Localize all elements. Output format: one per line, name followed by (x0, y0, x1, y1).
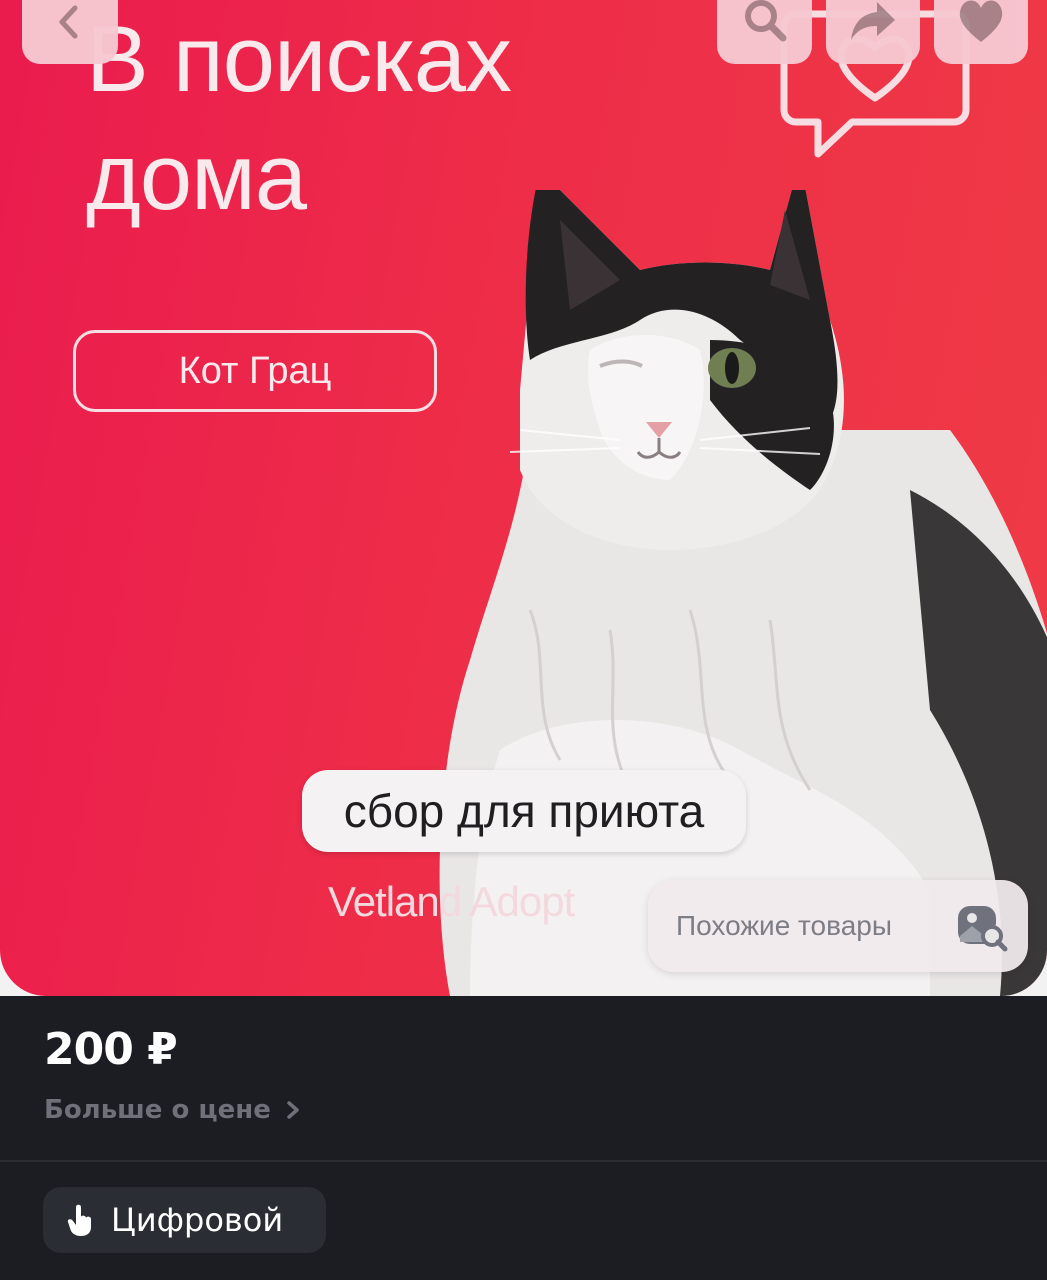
cat-name-badge: Кот Грац (73, 330, 437, 412)
chevron-right-icon (287, 1101, 299, 1119)
chevron-left-icon (59, 5, 78, 39)
digital-product-badge[interactable]: Цифровой (43, 1187, 326, 1253)
favorite-button[interactable] (934, 0, 1028, 64)
poster: В поисках дома Кот Грац сбор для приюта … (0, 0, 1047, 996)
tap-hand-icon (67, 1204, 91, 1236)
more-about-price-link[interactable]: Больше о цене (44, 1090, 301, 1130)
cat-illustration (439, 190, 1047, 996)
product-image[interactable]: В поисках дома Кот Грац сбор для приюта … (0, 0, 1047, 996)
search-icon (744, 0, 786, 42)
digital-product-label: Цифровой (111, 1201, 284, 1239)
share-icon (851, 2, 895, 40)
divider (0, 1160, 1047, 1162)
fundraising-badge: сбор для приюта (302, 770, 746, 852)
search-button[interactable] (717, 0, 812, 64)
similar-products-button[interactable]: Похожие товары (648, 880, 1028, 972)
organization-name: Vetland Adopt (328, 878, 575, 925)
heart-icon (959, 0, 1003, 42)
share-button[interactable] (826, 0, 920, 64)
back-button[interactable] (22, 0, 118, 64)
product-price: 200 ₽ (44, 1024, 178, 1075)
poster-title-line-1: В поисках (86, 6, 512, 111)
similar-products-label: Похожие товары (676, 910, 892, 941)
more-about-price-label: Больше о цене (44, 1095, 271, 1125)
image-search-icon (958, 906, 1008, 952)
product-screen: В поисках дома Кот Грац сбор для приюта … (0, 0, 1047, 1280)
